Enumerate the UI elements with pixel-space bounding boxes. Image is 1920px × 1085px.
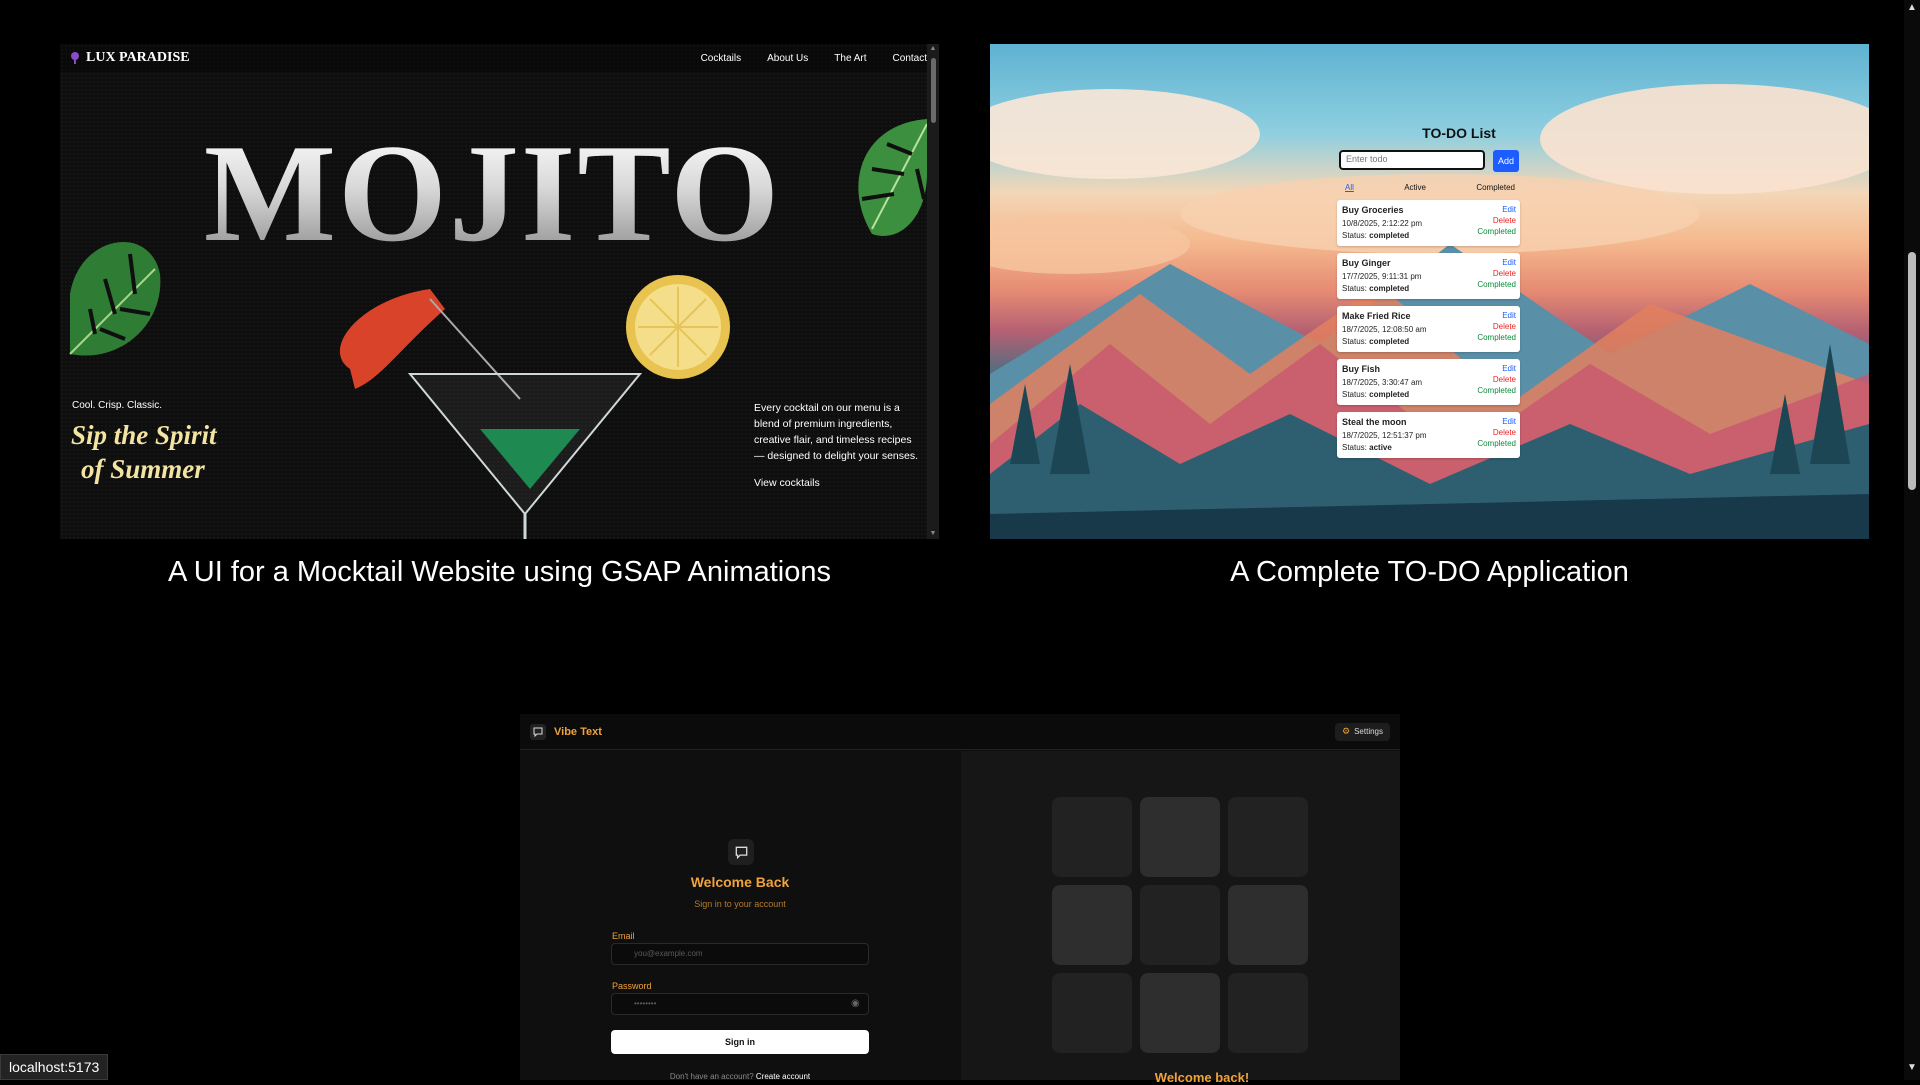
signin-title: Welcome Back — [690, 874, 790, 890]
scroll-down-arrow-icon[interactable]: ▼ — [1907, 1062, 1917, 1073]
grid-tile — [1052, 885, 1132, 965]
complete-button[interactable]: Completed — [1477, 385, 1516, 396]
todo-item: Buy Groceries 10/8/2025, 2:12:22 pm Stat… — [1337, 200, 1520, 246]
grid-tile — [1052, 973, 1132, 1053]
edit-button[interactable]: Edit — [1477, 310, 1516, 321]
complete-button[interactable]: Completed — [1477, 226, 1516, 237]
preview-scrollbar-thumb[interactable] — [931, 58, 936, 123]
nav-link-about-us[interactable]: About Us — [767, 53, 808, 64]
status-prefix: Status: — [1342, 284, 1367, 293]
scroll-down-arrow-icon[interactable]: ▼ — [929, 530, 937, 538]
settings-button[interactable]: ⚙ Settings — [1335, 722, 1390, 741]
todo-input[interactable]: Enter todo — [1339, 150, 1485, 170]
project-caption-mocktail: A UI for a Mocktail Website using GSAP A… — [167, 556, 831, 588]
status-value: completed — [1369, 390, 1410, 399]
password-field[interactable]: •••••••• — [611, 993, 869, 1015]
status-prefix: Status: — [1342, 390, 1367, 399]
todo-add-button[interactable]: Add — [1493, 150, 1519, 172]
todo-title: TO-DO List — [1422, 125, 1496, 141]
mocktail-logo-text: LUX PARADISE — [86, 50, 190, 65]
chat-bubble-icon — [530, 723, 546, 740]
complete-button[interactable]: Completed — [1477, 332, 1516, 343]
complete-button[interactable]: Completed — [1477, 438, 1516, 449]
status-prefix: Status: — [1342, 337, 1367, 346]
settings-label: Settings — [1354, 727, 1383, 736]
grid-tile — [1228, 973, 1308, 1053]
todo-item-actions: Edit Delete Completed — [1477, 416, 1516, 449]
todo-item-actions: Edit Delete Completed — [1477, 363, 1516, 396]
mocktail-nav-links: Cocktails About Us The Art Contact — [701, 53, 927, 64]
delete-button[interactable]: Delete — [1477, 215, 1516, 226]
hero-headline-line-1: Sip the Spirit — [71, 420, 217, 450]
todo-preview-card[interactable]: TO-DO List Enter todo Add All Active Com… — [990, 44, 1869, 539]
nav-link-cocktails[interactable]: Cocktails — [701, 53, 742, 64]
filter-all[interactable]: All — [1345, 183, 1354, 192]
status-value: completed — [1369, 231, 1410, 240]
hero-tagline: Cool. Crisp. Classic. — [72, 400, 163, 411]
delete-button[interactable]: Delete — [1477, 321, 1516, 332]
hero-headline-line-2: of Summer — [81, 454, 205, 484]
todo-item-actions: Edit Delete Completed — [1477, 257, 1516, 290]
signin-button[interactable]: Sign in — [611, 1030, 869, 1054]
scroll-up-arrow-icon[interactable]: ▲ — [929, 45, 937, 53]
grid-tile — [1228, 885, 1308, 965]
view-cocktails-link[interactable]: View cocktails — [754, 477, 820, 489]
filter-active[interactable]: Active — [1404, 183, 1426, 192]
status-prefix: Status: — [1342, 443, 1367, 452]
delete-button[interactable]: Delete — [1477, 268, 1516, 279]
todo-item-actions: Edit Delete Completed — [1477, 204, 1516, 237]
todo-filters: All Active Completed — [1345, 183, 1515, 192]
vibe-text-brand[interactable]: Vibe Text — [530, 723, 602, 740]
page-scrollbar[interactable] — [1904, 0, 1920, 1080]
password-label: Password — [612, 981, 652, 991]
grid-tile — [1052, 797, 1132, 877]
nav-link-the-art[interactable]: The Art — [834, 53, 866, 64]
scroll-up-arrow-icon[interactable]: ▲ — [1907, 2, 1917, 13]
complete-button[interactable]: Completed — [1477, 279, 1516, 290]
status-value: completed — [1369, 337, 1410, 346]
signin-subtitle: Sign in to your account — [694, 899, 786, 909]
chat-bubble-icon — [728, 839, 754, 865]
todo-item: Make Fried Rice 18/7/2025, 12:08:50 am S… — [1337, 306, 1520, 352]
status-value: completed — [1369, 284, 1410, 293]
logo-emblem-icon — [71, 52, 79, 64]
email-field[interactable]: you@example.com — [611, 943, 869, 965]
todo-item: Buy Ginger 17/7/2025, 9:11:31 pm Status:… — [1337, 253, 1520, 299]
todo-item: Buy Fish 18/7/2025, 3:30:47 am Status: c… — [1337, 359, 1520, 405]
status-prefix: Status: — [1342, 231, 1367, 240]
edit-button[interactable]: Edit — [1477, 204, 1516, 215]
page-scrollbar-thumb[interactable] — [1908, 252, 1916, 490]
email-label: Email — [612, 931, 635, 941]
edit-button[interactable]: Edit — [1477, 416, 1516, 427]
vibe-text-topbar: Vibe Text ⚙ Settings — [520, 714, 1400, 750]
mocktail-navbar: LUX PARADISE Cocktails About Us The Art … — [60, 44, 939, 72]
right-pane-title: Welcome back! — [1154, 1070, 1250, 1085]
hero-headline: Sip the Spirit of Summer — [71, 418, 217, 486]
hero-description: Every cocktail on our menu is a blend of… — [754, 402, 919, 462]
nav-link-contact[interactable]: Contact — [893, 53, 927, 64]
status-value: active — [1369, 443, 1392, 452]
eye-icon[interactable]: ◉ — [851, 998, 860, 1009]
edit-button[interactable]: Edit — [1477, 257, 1516, 268]
todo-item-actions: Edit Delete Completed — [1477, 310, 1516, 343]
brand-name: Vibe Text — [554, 725, 602, 738]
mocktail-preview-card[interactable]: LUX PARADISE Cocktails About Us The Art … — [60, 44, 939, 539]
status-bar-url: localhost:5173 — [0, 1054, 109, 1080]
mocktail-logo[interactable]: LUX PARADISE — [68, 50, 190, 66]
grid-tile — [1140, 885, 1220, 965]
grid-tile — [1228, 797, 1308, 877]
edit-button[interactable]: Edit — [1477, 363, 1516, 374]
project-caption-todo: A Complete TO-DO Application — [1230, 556, 1629, 588]
grid-tile — [1140, 797, 1220, 877]
todo-item: Steal the moon 18/7/2025, 12:51:37 pm St… — [1337, 412, 1520, 458]
cocktail-glass-illustration — [339, 275, 730, 539]
gear-icon: ⚙ — [1342, 726, 1351, 736]
delete-button[interactable]: Delete — [1477, 374, 1516, 385]
filter-completed[interactable]: Completed — [1476, 183, 1515, 192]
grid-tile — [1140, 973, 1220, 1053]
delete-button[interactable]: Delete — [1477, 427, 1516, 438]
